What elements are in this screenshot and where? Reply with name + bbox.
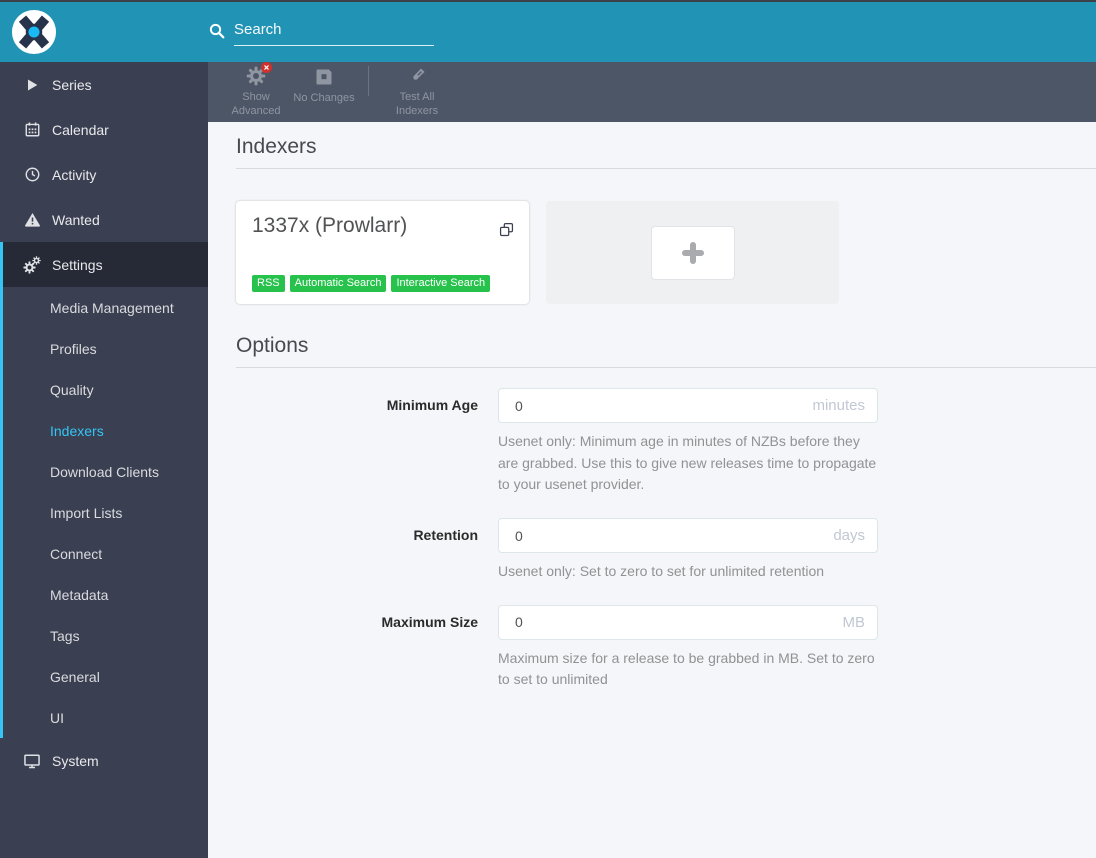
sidebar-item-label: Activity <box>52 166 97 183</box>
section-divider <box>236 367 1096 368</box>
sidebar-item-download-clients[interactable]: Download Clients <box>3 451 208 492</box>
sidebar-item-profiles[interactable]: Profiles <box>3 328 208 369</box>
retention-label: Retention <box>413 527 478 544</box>
tag-automatic-search: Automatic Search <box>289 274 387 292</box>
sidebar-item-label: System <box>52 752 99 769</box>
section-divider <box>236 168 1096 169</box>
sidebar-item-connect[interactable]: Connect <box>3 533 208 574</box>
submenu-label: Metadata <box>50 586 109 603</box>
search-box <box>208 18 434 46</box>
sonarr-logo-icon <box>11 9 57 55</box>
sidebar-item-wanted[interactable]: Wanted <box>0 197 208 242</box>
calendar-icon <box>23 121 41 139</box>
clock-icon <box>23 166 41 184</box>
maximum-size-input[interactable] <box>498 604 878 640</box>
minimum-age-row: Minimum Age minutes Usenet only: Minimum… <box>236 388 1096 496</box>
show-advanced-button[interactable]: Show Advanced <box>222 61 290 119</box>
minimum-age-label: Minimum Age <box>386 397 478 413</box>
sidebar-item-label: Series <box>52 76 92 93</box>
settings-indexers-page: Indexers 1337x (Prowlarr) RSS Automatic … <box>208 122 1096 858</box>
submenu-label: Download Clients <box>50 463 159 480</box>
toolbar-button-label: Test All Indexers <box>395 90 439 117</box>
toolbar-separator <box>368 66 369 96</box>
red-x-badge-icon <box>261 61 272 73</box>
add-indexer-button[interactable] <box>650 225 735 280</box>
minimum-age-unit: minutes <box>812 397 865 414</box>
sidebar-item-media-management[interactable]: Media Management <box>3 287 208 328</box>
maximum-size-row: Maximum Size MB Maximum size for a relea… <box>236 604 1096 691</box>
submenu-label: UI <box>50 709 64 726</box>
clone-icon <box>499 222 514 237</box>
submenu-label: Connect <box>50 545 103 562</box>
app-header <box>0 2 1096 62</box>
sidebar-item-label: Wanted <box>52 211 100 228</box>
sidebar-item-label: Settings <box>52 256 103 273</box>
retention-row: Retention days Usenet only: Set to zero … <box>236 518 1096 583</box>
submenu-label: Quality <box>50 381 94 398</box>
sidebar: Series Calendar Activity Wanted Settings… <box>0 62 208 858</box>
retention-input[interactable] <box>498 518 878 554</box>
minimum-age-help: Usenet only: Minimum age in minutes of N… <box>498 433 877 493</box>
warning-triangle-icon <box>23 211 41 229</box>
toolbar: Show Advanced No Changes Test All Indexe… <box>208 61 1096 122</box>
save-icon <box>314 67 334 87</box>
settings-submenu: Media Management Profiles Quality Indexe… <box>0 287 208 738</box>
gear-x-icon <box>246 61 272 86</box>
sidebar-item-ui[interactable]: UI <box>3 697 208 738</box>
indexer-cards-row: 1337x (Prowlarr) RSS Automatic Search In… <box>236 201 1096 304</box>
sidebar-item-series[interactable]: Series <box>0 62 208 107</box>
submenu-label: General <box>50 668 100 685</box>
sidebar-item-calendar[interactable]: Calendar <box>0 107 208 152</box>
sidebar-item-settings[interactable]: Settings <box>0 242 208 287</box>
options-title: Options <box>236 334 309 357</box>
play-icon <box>23 76 41 94</box>
search-input[interactable] <box>234 18 434 46</box>
cogs-icon <box>23 256 41 274</box>
maximum-size-label: Maximum Size <box>381 613 478 630</box>
sidebar-item-tags[interactable]: Tags <box>3 615 208 656</box>
test-all-indexers-button[interactable]: Test All Indexers <box>383 66 451 119</box>
sidebar-item-indexers[interactable]: Indexers <box>3 410 208 451</box>
submenu-label: Import Lists <box>50 504 123 521</box>
plus-icon <box>677 237 709 269</box>
submenu-label: Indexers <box>50 422 104 439</box>
add-indexer-card[interactable] <box>546 201 839 304</box>
retention-help: Usenet only: Set to zero to set for unli… <box>498 563 825 580</box>
sidebar-item-metadata[interactable]: Metadata <box>3 574 208 615</box>
page-title: Indexers <box>236 135 317 158</box>
sidebar-item-import-lists[interactable]: Import Lists <box>3 492 208 533</box>
sidebar-item-activity[interactable]: Activity <box>0 152 208 197</box>
sidebar-item-general[interactable]: General <box>3 656 208 697</box>
no-changes-button[interactable]: No Changes <box>290 67 358 118</box>
retention-unit: days <box>833 527 865 545</box>
maximum-size-unit: MB <box>842 613 866 631</box>
search-icon <box>208 22 226 40</box>
tag-interactive-search: Interactive Search <box>391 274 491 292</box>
options-form: Minimum Age minutes Usenet only: Minimum… <box>236 388 1096 691</box>
vial-icon <box>407 66 427 86</box>
submenu-label: Media Management <box>50 299 174 316</box>
toolbar-button-label: Show Advanced <box>231 90 281 117</box>
clone-indexer-button[interactable] <box>499 222 514 237</box>
submenu-label: Tags <box>50 627 80 644</box>
maximum-size-help: Maximum size for a release to be grabbed… <box>498 649 875 688</box>
app-logo[interactable] <box>0 9 208 55</box>
monitor-icon <box>23 752 41 770</box>
indexer-capability-tags: RSS Automatic Search Interactive Search <box>252 274 513 292</box>
tag-rss: RSS <box>252 274 285 292</box>
sidebar-item-label: Calendar <box>52 121 109 138</box>
toolbar-button-label: No Changes <box>293 91 355 104</box>
indexer-card[interactable]: 1337x (Prowlarr) RSS Automatic Search In… <box>236 201 529 304</box>
submenu-label: Profiles <box>50 340 97 357</box>
sidebar-item-system[interactable]: System <box>0 738 208 783</box>
sidebar-item-quality[interactable]: Quality <box>3 369 208 410</box>
indexer-name: 1337x (Prowlarr) <box>252 214 408 237</box>
